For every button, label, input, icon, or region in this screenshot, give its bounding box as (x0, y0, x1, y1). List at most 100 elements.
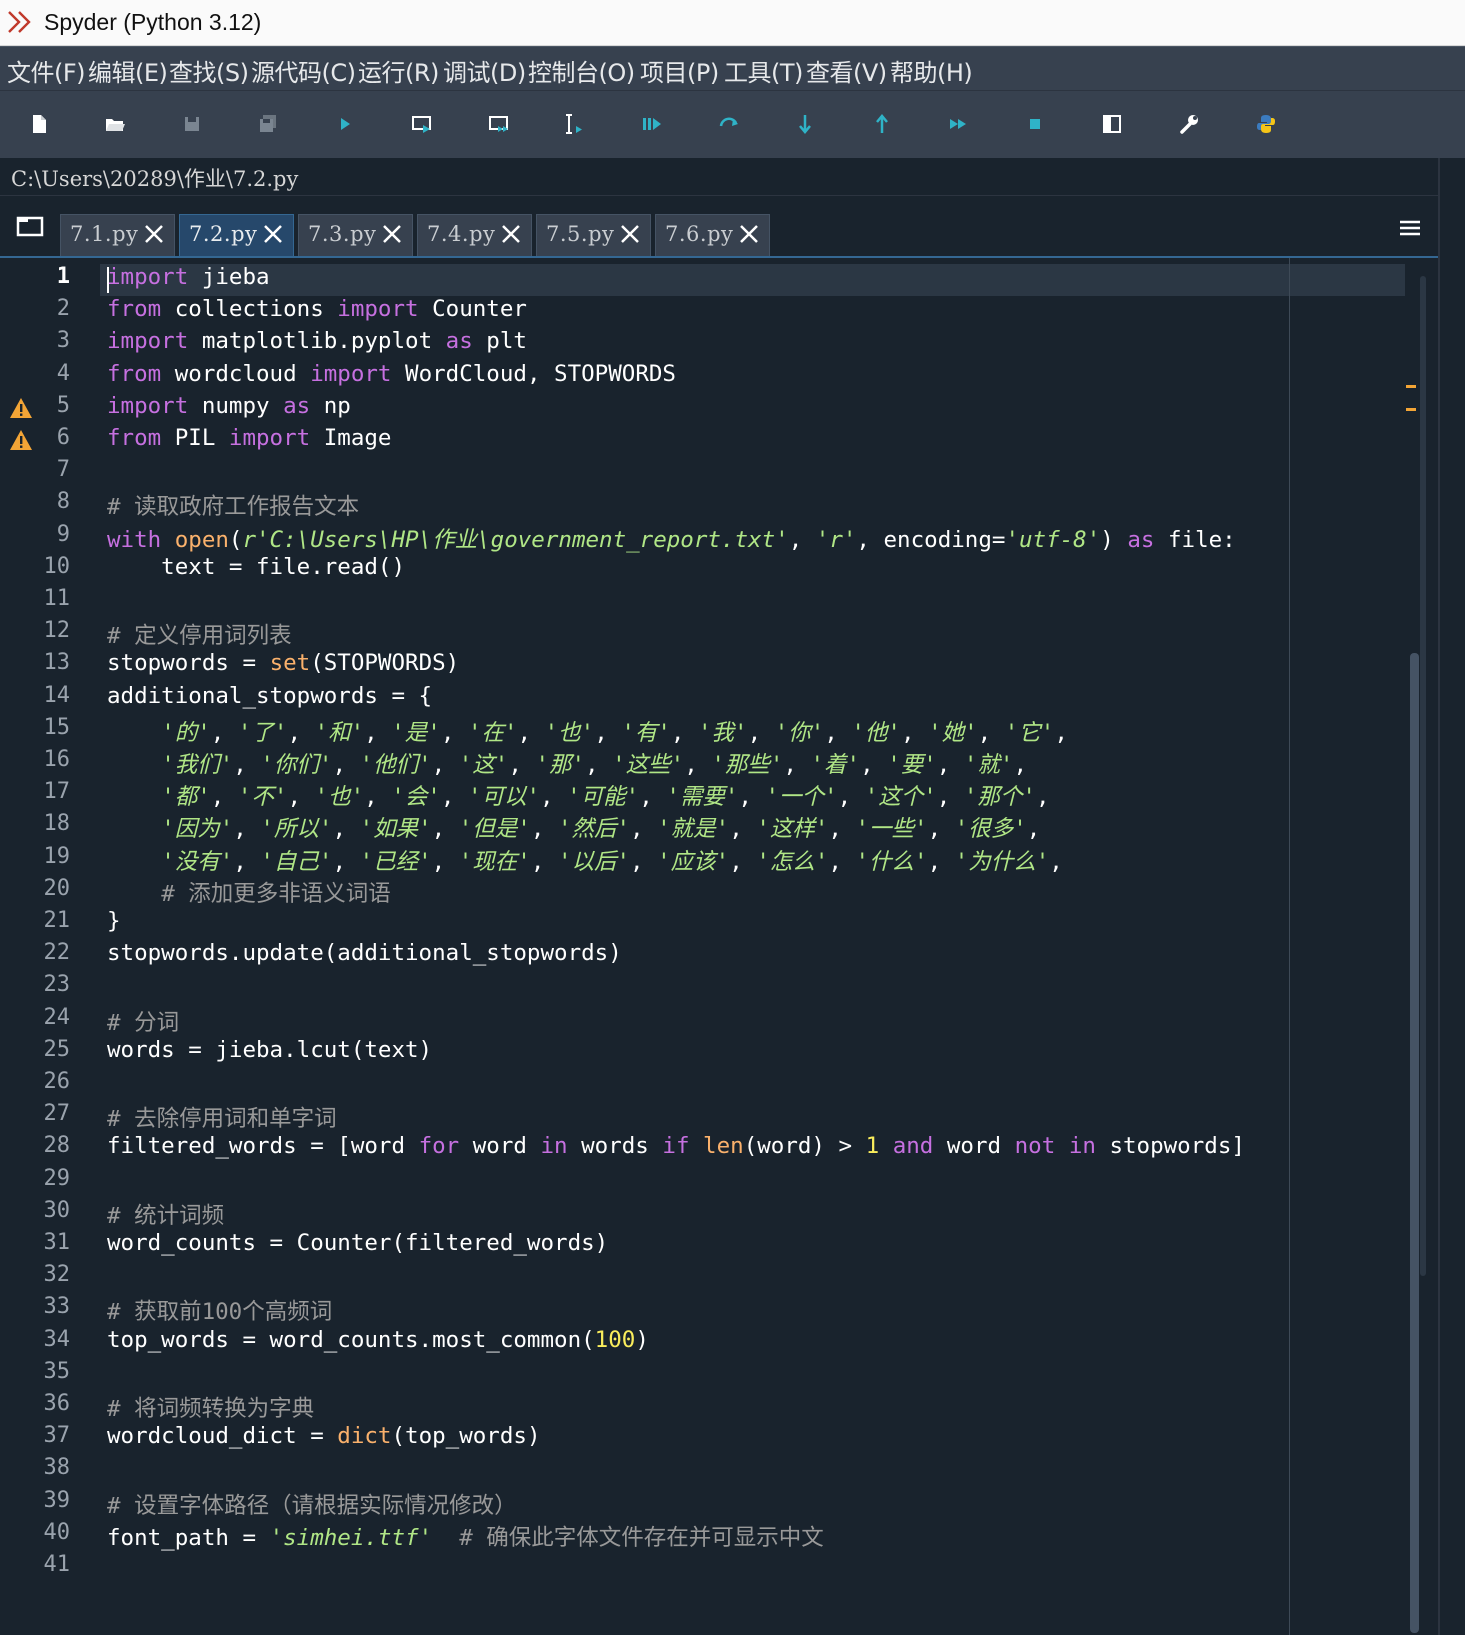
line-number: 16 (43, 747, 71, 772)
code-line[interactable]: top_words = word_counts.most_common(100) (107, 1327, 649, 1353)
debug-stop-button[interactable] (1018, 109, 1052, 143)
code-line[interactable]: import matplotlib.pyplot as plt (107, 328, 527, 354)
line-number: 28 (43, 1133, 71, 1159)
code-line[interactable]: import numpy as np (107, 393, 351, 419)
hamburger-menu-icon[interactable] (1398, 218, 1422, 238)
debug-file-button[interactable] (635, 109, 669, 143)
line-number: 11 (43, 586, 71, 611)
code-line[interactable]: # 分词 (107, 1005, 179, 1037)
debug-step-into-button[interactable] (788, 109, 822, 143)
tab-7-2[interactable]: 7.2.py (179, 214, 294, 256)
code-line[interactable]: '的', '了', '和', '是', '在', '也', '有', '我', … (107, 715, 1068, 747)
warning-icon[interactable] (9, 397, 33, 419)
run-file-button[interactable] (328, 109, 362, 143)
tab-7-3[interactable]: 7.3.py (298, 214, 413, 256)
line-number: 29 (43, 1165, 71, 1191)
code-line[interactable]: word_counts = Counter(filtered_words) (107, 1230, 608, 1256)
tab-label: 7.3.py (308, 222, 377, 246)
code-line[interactable]: '都', '不', '也', '会', '可以', '可能', '需要', '一… (107, 779, 1049, 811)
code-line[interactable]: words = jieba.lcut(text) (107, 1037, 432, 1063)
line-number: 32 (43, 1262, 71, 1288)
code-line[interactable]: # 将词频转换为字典 (107, 1391, 314, 1423)
save-all-button[interactable] (251, 109, 285, 143)
code-line[interactable]: stopwords = set(STOPWORDS) (107, 650, 459, 676)
menu-debug[interactable]: 调试(D) (443, 53, 526, 88)
run-cell-button[interactable] (405, 109, 439, 143)
menu-view[interactable]: 查看(V) (806, 53, 887, 88)
code-line[interactable]: stopwords.update(additional_stopwords) (107, 940, 622, 966)
save-button[interactable] (175, 109, 209, 143)
menu-tools[interactable]: 工具(T) (724, 53, 803, 88)
line-number: 33 (43, 1294, 71, 1320)
debug-step-return-button[interactable] (865, 109, 899, 143)
menu-source[interactable]: 源代码(C) (251, 53, 356, 88)
menu-file[interactable]: 文件(F) (7, 53, 86, 88)
run-cell-advance-button[interactable] (482, 109, 516, 143)
code-line[interactable]: } (107, 908, 121, 934)
debug-continue-button[interactable] (941, 109, 975, 143)
run-selection-icon (562, 111, 588, 141)
code-line[interactable]: additional_stopwords = { (107, 683, 432, 709)
run-selection-button[interactable] (558, 109, 592, 143)
open-file-button[interactable] (98, 109, 132, 143)
close-icon[interactable] (142, 222, 166, 246)
menu-help[interactable]: 帮助(H) (890, 53, 973, 88)
tab-7-1[interactable]: 7.1.py (60, 214, 175, 256)
warning-icon[interactable] (9, 429, 33, 451)
code-line[interactable]: # 设置字体路径（请根据实际情况修改） (107, 1488, 517, 1520)
pythonpath-manager-button[interactable] (1249, 109, 1283, 143)
warning-flag-marker[interactable] (1406, 385, 1416, 388)
tab-7-6[interactable]: 7.6.py (655, 214, 770, 256)
code-line[interactable]: # 统计词频 (107, 1198, 224, 1230)
code-line[interactable]: # 获取前100个高频词 (107, 1294, 332, 1326)
close-icon[interactable] (499, 222, 523, 246)
code-editor[interactable]: 1 2 3 4 5 6 7 8 9 10 11 12 13 14 15 16 17 18 19 20 21 22 23 24 2… (0, 256, 1438, 1635)
code-line[interactable]: import jieba (107, 264, 270, 290)
line-number: 1 (56, 264, 70, 289)
save-icon (179, 111, 205, 141)
tab-7-4[interactable]: 7.4.py (417, 214, 532, 256)
line-number: 30 (43, 1197, 71, 1223)
code-line[interactable]: font_path = 'simhei.ttf' # 确保此字体文件存在并可显示… (107, 1520, 824, 1552)
debug-step-button[interactable] (712, 109, 746, 143)
code-line[interactable]: text = file.read() (107, 554, 405, 580)
continue-icon (945, 111, 971, 141)
menu-edit[interactable]: 编辑(E) (88, 53, 168, 88)
browse-tabs-icon[interactable] (16, 214, 44, 238)
code-line[interactable]: # 定义停用词列表 (107, 618, 292, 650)
preferences-button[interactable] (1172, 109, 1206, 143)
run-cell-advance-icon (486, 111, 512, 141)
code-line[interactable]: with open(r'C:\Users\HP\作业\government_re… (107, 522, 1236, 554)
close-icon[interactable] (618, 222, 642, 246)
step-icon (716, 111, 742, 141)
save-all-icon (255, 111, 281, 141)
close-icon[interactable] (737, 222, 761, 246)
line-number: 4 (56, 360, 70, 386)
maximize-pane-icon (1099, 111, 1125, 141)
code-line[interactable]: from PIL import Image (107, 425, 391, 451)
code-line[interactable]: from collections import Counter (107, 296, 527, 322)
tab-label: 7.5.py (546, 222, 615, 246)
warning-flag-marker[interactable] (1406, 408, 1416, 411)
menu-run[interactable]: 运行(R) (358, 53, 439, 88)
menu-search[interactable]: 查找(S) (169, 53, 249, 88)
close-icon[interactable] (261, 222, 285, 246)
menu-projects[interactable]: 项目(P) (640, 53, 719, 88)
maximize-pane-button[interactable] (1095, 109, 1129, 143)
line-number: 24 (43, 1004, 71, 1030)
scrollbar-thumb[interactable] (1410, 653, 1419, 1633)
code-line[interactable]: '因为', '所以', '如果', '但是', '然后', '就是', '这样'… (107, 811, 1040, 843)
menu-consoles[interactable]: 控制台(O) (528, 53, 635, 88)
code-line[interactable]: '我们', '你们', '他们', '这', '那', '这些', '那些', … (107, 747, 1027, 779)
code-line[interactable]: wordcloud_dict = dict(top_words) (107, 1423, 541, 1449)
code-line[interactable]: '没有', '自己', '已经', '现在', '以后', '应该', '怎么'… (107, 844, 1063, 876)
code-line[interactable]: # 读取政府工作报告文本 (107, 489, 359, 521)
new-file-button[interactable] (22, 109, 56, 143)
code-line[interactable]: filtered_words = [word for word in words… (107, 1133, 1245, 1159)
code-line[interactable]: # 去除停用词和单字词 (107, 1101, 337, 1133)
menu-bar: 文件(F) 编辑(E) 查找(S) 源代码(C) 运行(R) 调试(D) 控制台… (0, 46, 1465, 90)
code-line[interactable]: # 添加更多非语义词语 (107, 876, 391, 908)
close-icon[interactable] (380, 222, 404, 246)
tab-7-5[interactable]: 7.5.py (536, 214, 651, 256)
code-line[interactable]: from wordcloud import WordCloud, STOPWOR… (107, 361, 676, 387)
